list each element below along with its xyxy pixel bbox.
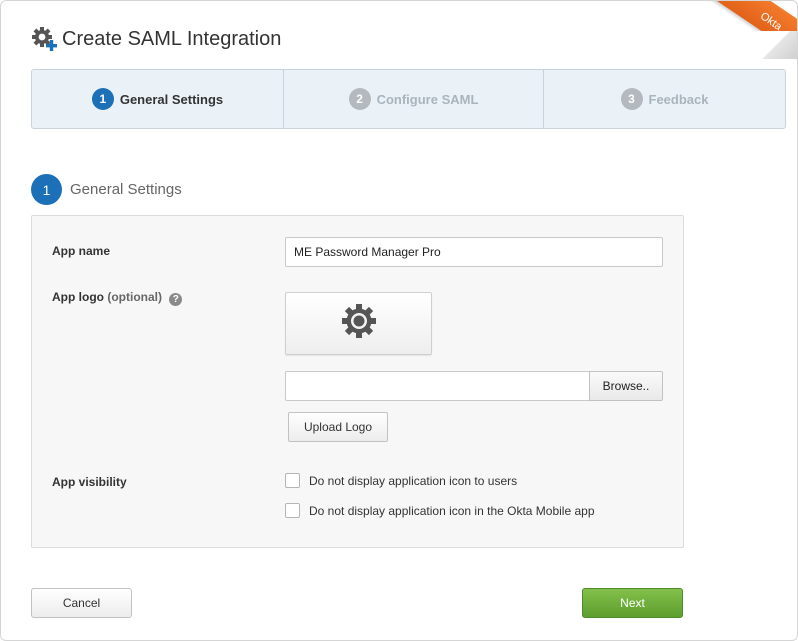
checkbox[interactable] — [285, 473, 300, 488]
page-header: Create SAML Integration — [31, 25, 281, 53]
checkbox-label: Do not display application icon in the O… — [309, 503, 595, 518]
wizard-steps: 1 General Settings 2 Configure SAML 3 Fe… — [31, 69, 786, 129]
help-icon[interactable]: ? — [169, 293, 183, 306]
upload-logo-button[interactable]: Upload Logo — [288, 412, 388, 442]
app-logo-label-text: App logo — [52, 290, 104, 304]
section-number: 1 — [31, 174, 62, 205]
wizard-step-feedback[interactable]: 3 Feedback — [543, 70, 785, 128]
browse-button[interactable]: Browse.. — [589, 371, 663, 401]
app-logo-optional-text: (optional) — [107, 290, 162, 304]
checkbox[interactable] — [285, 503, 300, 518]
okta-corner-ribbon: Okta — [697, 1, 797, 61]
wizard-step-configure-saml[interactable]: 2 Configure SAML — [283, 70, 543, 128]
app-logo-preview — [285, 292, 432, 355]
section-title: General Settings — [70, 181, 182, 198]
checkbox-label: Do not display application icon to users — [309, 473, 518, 488]
step-number: 2 — [348, 88, 371, 110]
step-number: 3 — [620, 88, 643, 110]
logo-file-path-field[interactable] — [285, 371, 589, 401]
step-label: General Settings — [119, 91, 224, 107]
next-button[interactable]: Next — [582, 588, 683, 618]
step-label: Configure SAML — [376, 91, 479, 107]
app-name-label: App name — [52, 244, 111, 258]
dialog-frame: Okta Create SAML Integration 1 General S… — [0, 0, 798, 641]
app-visibility-label: App visibility — [52, 475, 127, 489]
app-logo-label: App logo (optional) ? — [52, 290, 183, 306]
general-settings-panel: App name App logo (optional) ? — [31, 215, 684, 548]
step-label: Feedback — [648, 91, 709, 107]
cancel-button[interactable]: Cancel — [31, 588, 132, 618]
page-title: Create SAML Integration — [62, 27, 282, 50]
visibility-option-hide-mobile[interactable]: Do not display application icon in the O… — [285, 503, 595, 518]
gear-icon — [340, 302, 378, 345]
ribbon-fold — [757, 31, 797, 59]
section-heading: 1 General Settings — [31, 174, 182, 205]
app-name-input[interactable] — [285, 237, 663, 267]
gear-add-icon — [31, 26, 57, 52]
visibility-option-hide-users[interactable]: Do not display application icon to users — [285, 473, 517, 488]
wizard-step-general-settings[interactable]: 1 General Settings — [32, 70, 283, 128]
step-number: 1 — [91, 88, 114, 110]
